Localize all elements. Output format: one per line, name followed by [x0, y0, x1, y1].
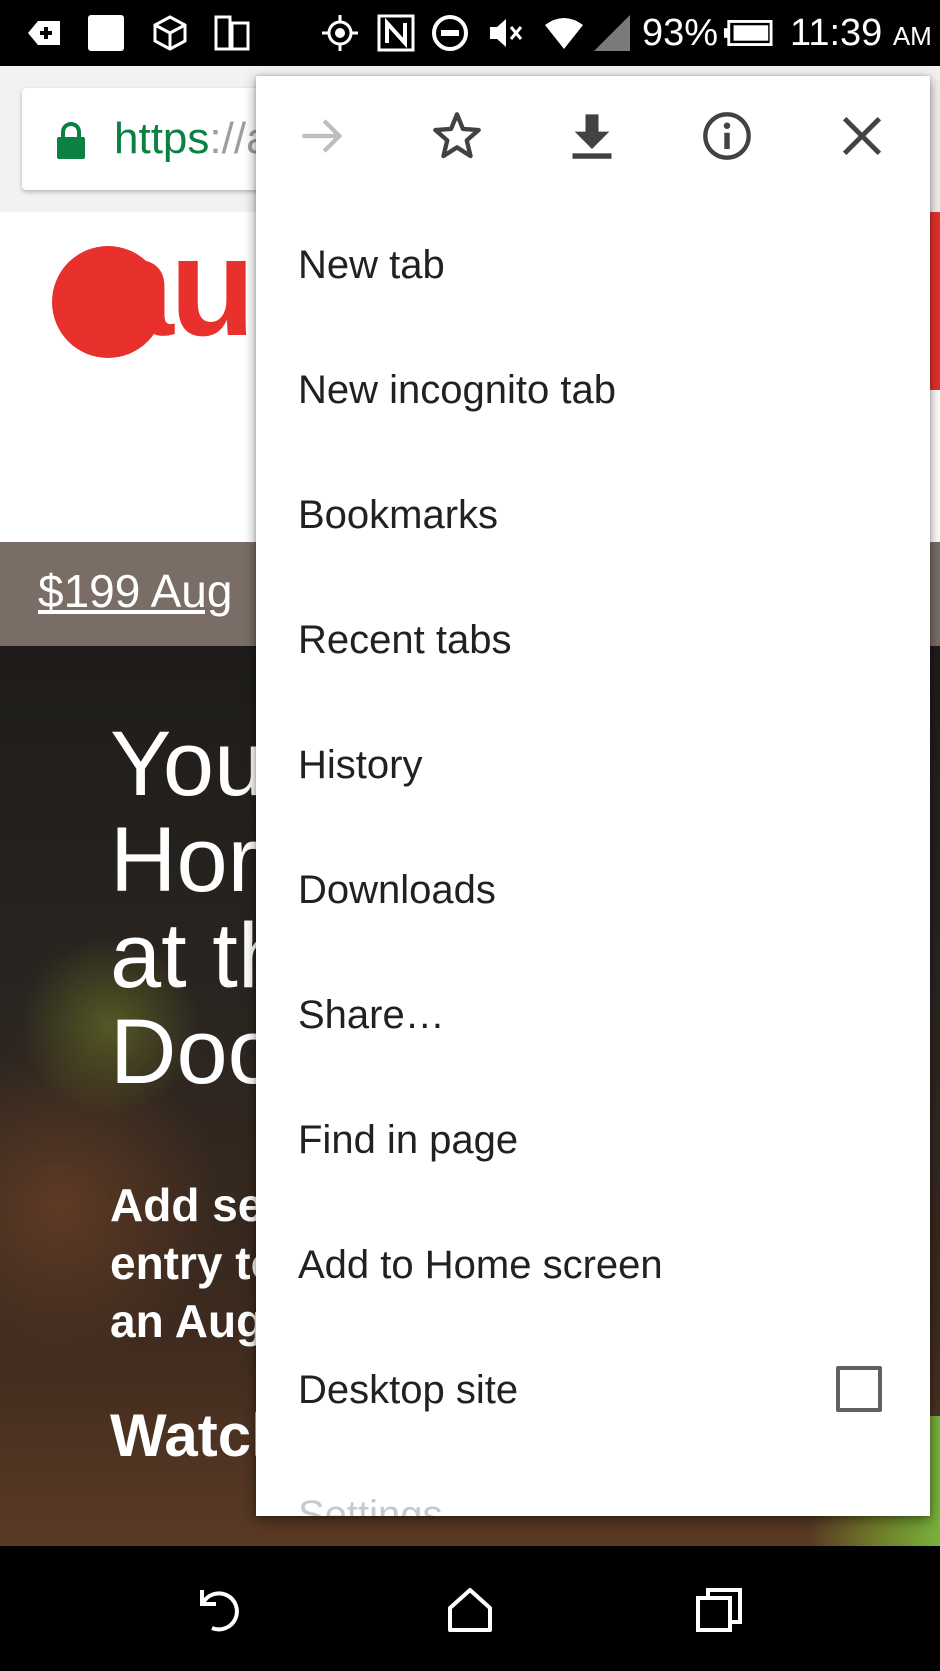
- volume-muted-icon: [484, 11, 528, 55]
- gps-crosshair-icon: [318, 11, 362, 55]
- menu-item-add-to-home-screen[interactable]: Add to Home screen: [256, 1203, 930, 1328]
- menu-item-label: Share…: [298, 993, 445, 1037]
- menu-item-history[interactable]: History: [256, 703, 930, 828]
- clock-time: 11:39: [790, 12, 883, 54]
- cell-signal-icon: [590, 11, 634, 55]
- menu-item-new-tab[interactable]: New tab: [256, 203, 930, 328]
- status-bar: 93% 11:39 AM: [0, 0, 940, 66]
- menu-item-downloads[interactable]: Downloads: [256, 828, 930, 953]
- menu-item-label: New tab: [298, 243, 445, 287]
- clock: 11:39 AM: [790, 10, 932, 59]
- battery-icon: [722, 11, 774, 55]
- notification-square-icon: [84, 11, 128, 55]
- dual-screen-icon: [210, 11, 254, 55]
- url-scheme: https: [114, 114, 210, 163]
- back-icon: [200, 1590, 239, 1632]
- phone-screen: 93% 11:39 AM https://a aug $199 Aug You …: [0, 0, 940, 1671]
- menu-item-recent-tabs[interactable]: Recent tabs: [256, 578, 930, 703]
- menu-toolbar: [256, 76, 930, 196]
- nav-back-button[interactable]: [188, 1578, 252, 1642]
- navigation-bar: [0, 1546, 940, 1671]
- menu-item-new-incognito-tab[interactable]: New incognito tab: [256, 328, 930, 453]
- menu-item-find-in-page[interactable]: Find in page: [256, 1078, 930, 1203]
- nfc-icon: [374, 11, 418, 55]
- menu-item-label: Recent tabs: [298, 618, 512, 662]
- add-box-icon: [22, 11, 66, 55]
- menu-item-label: Find in page: [298, 1118, 519, 1162]
- 3d-cube-icon: [148, 11, 192, 55]
- menu-item-share[interactable]: Share…: [256, 953, 930, 1078]
- forward-arrow-icon: [302, 119, 343, 153]
- promo-link[interactable]: $199 Aug: [38, 564, 232, 618]
- menu-item-bookmarks[interactable]: Bookmarks: [256, 453, 930, 578]
- download-icon: [572, 114, 612, 159]
- bookmark-button[interactable]: [425, 104, 489, 168]
- desktop-site-checkbox[interactable]: [836, 1366, 882, 1412]
- hero-subtext: Add se entry to an Aug: [110, 1179, 279, 1347]
- menu-item-label: Desktop site: [298, 1368, 519, 1412]
- forward-button[interactable]: [290, 104, 354, 168]
- menu-item-label: Downloads: [298, 868, 496, 912]
- stop-loading-button[interactable]: [830, 104, 894, 168]
- home-icon: [448, 1588, 492, 1632]
- download-page-button[interactable]: [560, 104, 624, 168]
- menu-item-label: History: [298, 743, 423, 787]
- star-icon: [433, 112, 481, 159]
- do-not-disturb-icon: [428, 11, 472, 55]
- menu-item-label: Add to Home screen: [298, 1243, 663, 1287]
- overflow-menu: New tab New incognito tab Bookmarks Rece…: [256, 76, 930, 1516]
- url-text[interactable]: https://a: [114, 114, 271, 164]
- info-icon: [703, 112, 751, 160]
- menu-item-label: Settings: [298, 1493, 443, 1516]
- recents-icon: [696, 1588, 742, 1632]
- menu-item-desktop-site[interactable]: Desktop site: [256, 1328, 930, 1453]
- menu-item-label: New incognito tab: [298, 368, 616, 412]
- wifi-icon: [542, 11, 586, 55]
- nav-recents-button[interactable]: [688, 1578, 752, 1642]
- clock-ampm: AM: [892, 21, 932, 51]
- page-info-button[interactable]: [695, 104, 759, 168]
- battery-percent: 93%: [642, 12, 719, 54]
- nav-home-button[interactable]: [438, 1578, 502, 1642]
- lock-icon: [57, 122, 85, 159]
- close-icon: [842, 116, 882, 156]
- menu-item-label: Bookmarks: [298, 493, 499, 537]
- menu-item-settings[interactable]: Settings: [256, 1453, 930, 1516]
